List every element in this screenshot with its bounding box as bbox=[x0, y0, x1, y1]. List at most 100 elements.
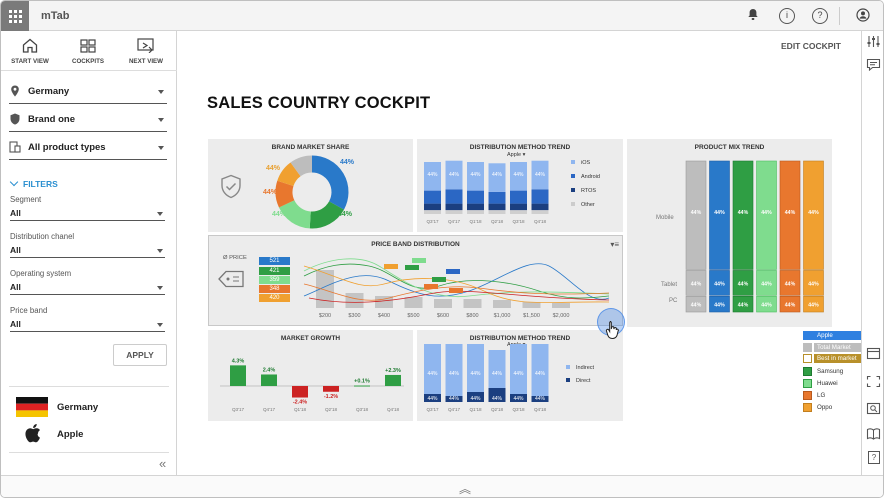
zoom-icon[interactable] bbox=[866, 402, 881, 415]
legend-other: Other bbox=[571, 202, 595, 208]
product-mix-panel[interactable]: PRODUCT MIX TREND Mobile Tablet PC 44% 44… bbox=[627, 139, 832, 327]
top-bar: mTab i ? bbox=[1, 1, 883, 31]
bar-value-label: 44% bbox=[449, 396, 460, 402]
info-icon[interactable]: i bbox=[779, 8, 795, 24]
x-tick-label: $200 bbox=[319, 313, 331, 319]
sidebar: START VIEW COCKPITS NEXT VIEW Germany Br… bbox=[1, 31, 177, 475]
stacked-bar-segment bbox=[510, 190, 527, 204]
growth-bar bbox=[230, 365, 246, 386]
x-tick-label: $400 bbox=[378, 313, 390, 319]
stacked-bar-segment bbox=[510, 210, 527, 214]
brand-market-share-panel[interactable]: BRAND MARKET SHARE 44% 44% 44% 44% 44% bbox=[208, 139, 413, 232]
bar-value-label: 44% bbox=[535, 172, 546, 178]
chevron-down-icon bbox=[9, 177, 19, 187]
stacked-bar-segment bbox=[445, 344, 463, 396]
distribution-trend-top-panel[interactable]: DISTRIBUTION METHOD TREND Apple ▾ 44% Q3'… bbox=[417, 139, 623, 232]
price-marker-tag bbox=[449, 288, 463, 293]
bar-value-label: 44% bbox=[535, 371, 546, 377]
market-growth-panel[interactable]: MARKET GROWTH 4.3% Q3'17 2.4% Q4'17 -2.4% Q1'… bbox=[208, 330, 413, 421]
cockpits-button[interactable]: COCKPITS bbox=[59, 31, 117, 71]
stacked-bar-segment bbox=[531, 210, 549, 214]
price-band-value: All bbox=[10, 319, 21, 329]
legend-android: Android bbox=[571, 174, 600, 180]
price-band-bar bbox=[434, 299, 452, 308]
x-tick-label: Q3'17 bbox=[426, 219, 439, 224]
app-window: mTab i ? START VIEW COCKPITS NEXT VIEW G… bbox=[0, 0, 884, 498]
brand-market-share-title: BRAND MARKET SHARE bbox=[271, 144, 350, 151]
price-marker-tag bbox=[432, 277, 446, 282]
country-select[interactable]: Germany bbox=[9, 82, 167, 104]
growth-value-label: 4.3% bbox=[232, 358, 245, 364]
bar-value-label: 44% bbox=[808, 210, 819, 216]
bar-value-label: 44% bbox=[714, 303, 725, 309]
bar-value-label: 44% bbox=[535, 396, 546, 402]
filter-settings-icon[interactable] bbox=[866, 35, 881, 48]
x-tick-label: $500 bbox=[407, 313, 419, 319]
product-types-select[interactable]: All product types bbox=[9, 138, 167, 160]
collapse-sidebar-icon[interactable]: « bbox=[159, 456, 166, 471]
x-tick-label: Q4'17 bbox=[263, 407, 276, 412]
location-pin-icon bbox=[11, 85, 19, 97]
bell-icon[interactable] bbox=[745, 8, 761, 24]
help-icon[interactable]: ? bbox=[812, 8, 828, 24]
donut-slice bbox=[290, 155, 313, 177]
legend-rtos-label: RTOS bbox=[581, 188, 597, 194]
fullscreen-icon[interactable] bbox=[866, 375, 881, 388]
x-tick-label: Q4'18 bbox=[387, 407, 400, 412]
x-tick-label: Q3'18 bbox=[356, 407, 369, 412]
book-icon[interactable] bbox=[866, 427, 881, 440]
price-band-bar bbox=[552, 303, 570, 308]
legend-swatch bbox=[566, 365, 570, 369]
share-label-blue: 44% bbox=[340, 159, 355, 166]
operating-system-select[interactable]: All bbox=[10, 282, 165, 295]
brand-select-value: Brand one bbox=[28, 114, 75, 125]
growth-value-label: -1.2% bbox=[324, 394, 338, 400]
bar-value-label: 44% bbox=[738, 303, 749, 309]
filters-toggle[interactable]: FILTERS bbox=[9, 177, 58, 189]
bar-value-label: 44% bbox=[785, 210, 796, 216]
stacked-bar-segment bbox=[467, 344, 484, 392]
legend-direct: Direct bbox=[566, 378, 590, 384]
user-icon[interactable] bbox=[855, 8, 871, 24]
legend-indirect-label: Indirect bbox=[576, 365, 595, 371]
bar-value-label: 44% bbox=[785, 281, 796, 287]
topbar-divider bbox=[839, 7, 840, 25]
share-label-orange: 44% bbox=[263, 189, 278, 196]
market-growth-chart: 4.3% Q3'17 2.4% Q4'17 -2.4%Q1'18 -1.2% Q2'18 +0… bbox=[220, 358, 404, 412]
expand-panel-icon[interactable]: ︽ bbox=[459, 480, 471, 497]
price-band-bar bbox=[404, 297, 423, 308]
price-marker-tag bbox=[384, 264, 398, 269]
edit-cockpit-button[interactable]: EDIT COCKPIT bbox=[781, 41, 841, 51]
distribution-trend-bottom-panel[interactable]: DISTRIBUTION METHOD TREND Apple ▾ 44%44%… bbox=[417, 330, 623, 421]
legend-item-huawei-label: Huawei bbox=[817, 380, 838, 387]
legend-item-samsung-label: Samsung bbox=[817, 368, 844, 375]
x-tick-label: Q4'17 bbox=[448, 219, 461, 224]
brand-select[interactable]: Brand one bbox=[9, 110, 167, 132]
apply-button[interactable]: APPLY bbox=[113, 344, 167, 366]
price-band-panel[interactable]: PRICE BAND DISTRIBUTION ▾≡ Ø PRICE 521 4… bbox=[208, 235, 623, 326]
app-grid-icon[interactable] bbox=[1, 1, 29, 31]
comment-icon[interactable] bbox=[866, 58, 881, 72]
hand-cursor-icon bbox=[605, 321, 619, 340]
context-brand: Apple bbox=[57, 429, 84, 440]
growth-value-label: -2.4% bbox=[293, 400, 307, 406]
legend-swatch bbox=[571, 174, 575, 178]
chevron-down-icon bbox=[158, 146, 164, 150]
growth-bar bbox=[385, 374, 401, 386]
start-view-button[interactable]: START VIEW bbox=[1, 31, 59, 71]
price-band-select[interactable]: All bbox=[10, 319, 165, 332]
main-content: EDIT COCKPIT SALES COUNTRY COCKPIT BRAND… bbox=[177, 31, 883, 475]
legend-swatch bbox=[803, 354, 812, 363]
x-tick-label: Q2'18 bbox=[491, 407, 504, 412]
growth-value-label: +2.3% bbox=[385, 368, 401, 374]
x-tick-label: $1,000 bbox=[494, 313, 511, 319]
help-icon[interactable]: ? bbox=[868, 451, 880, 464]
bar-value-label: 44% bbox=[492, 371, 503, 377]
bar-value-label: 44% bbox=[427, 371, 438, 377]
distribution-channel-select[interactable]: All bbox=[10, 245, 165, 258]
next-view-button[interactable]: NEXT VIEW bbox=[117, 31, 175, 71]
bar-value-label: 44% bbox=[808, 303, 819, 309]
x-tick-label: Q3'17 bbox=[426, 407, 439, 412]
segment-select[interactable]: All bbox=[10, 208, 165, 221]
window-icon[interactable] bbox=[866, 347, 881, 360]
